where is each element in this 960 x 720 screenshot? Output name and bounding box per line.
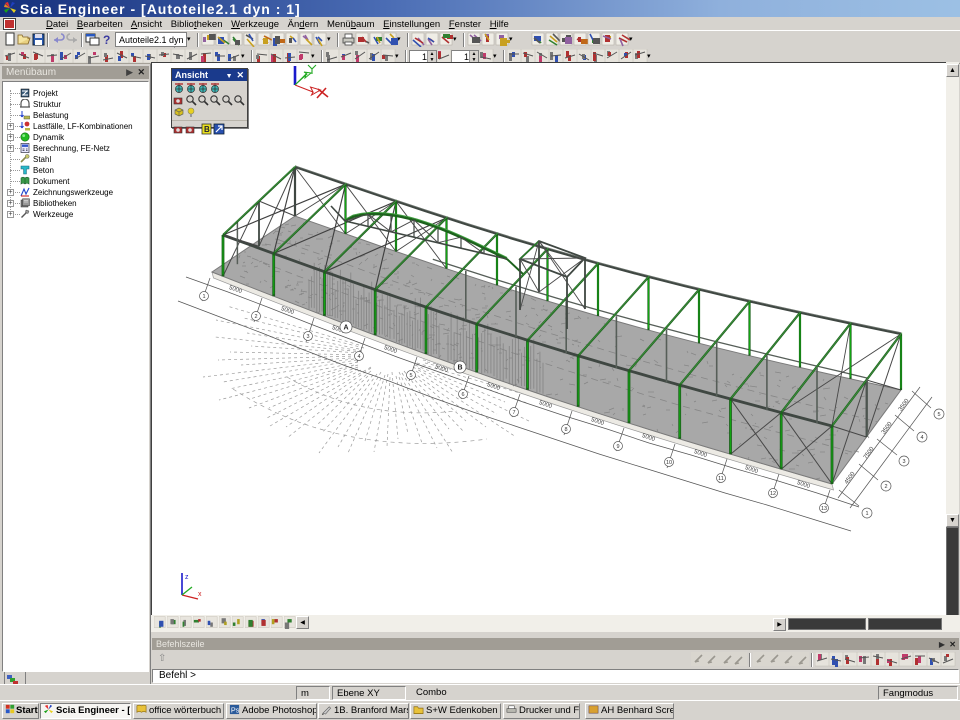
svg-text:x: x [198, 591, 202, 598]
svg-text:7500: 7500 [863, 446, 876, 461]
svg-text:3: 3 [902, 459, 905, 465]
svg-text:A: A [343, 325, 348, 332]
svg-text:5: 5 [409, 373, 412, 379]
svg-text:13: 13 [821, 506, 827, 512]
svg-text:1: 1 [865, 511, 868, 517]
svg-text:2: 2 [254, 314, 257, 320]
svg-text:3500: 3500 [898, 398, 911, 413]
svg-text:5: 5 [937, 412, 940, 418]
svg-text:4: 4 [357, 354, 360, 360]
svg-text:B: B [457, 365, 462, 372]
svg-text:8: 8 [564, 427, 567, 433]
svg-text:Ps: Ps [231, 705, 240, 714]
svg-text:12: 12 [770, 491, 776, 497]
svg-text:11: 11 [718, 476, 724, 482]
svg-text:7: 7 [512, 410, 515, 416]
svg-text:z: z [185, 574, 189, 581]
svg-text:1: 1 [202, 294, 205, 300]
svg-text:9: 9 [616, 444, 619, 450]
svg-text:3: 3 [306, 334, 309, 340]
svg-text:4: 4 [920, 435, 923, 441]
svg-text:B: B [204, 125, 210, 134]
svg-text:3500: 3500 [881, 421, 894, 436]
svg-text:2: 2 [884, 484, 887, 490]
svg-text:6: 6 [461, 392, 464, 398]
svg-text:?: ? [103, 33, 110, 47]
svg-text:10: 10 [666, 460, 672, 466]
svg-text:4500: 4500 [844, 471, 857, 486]
